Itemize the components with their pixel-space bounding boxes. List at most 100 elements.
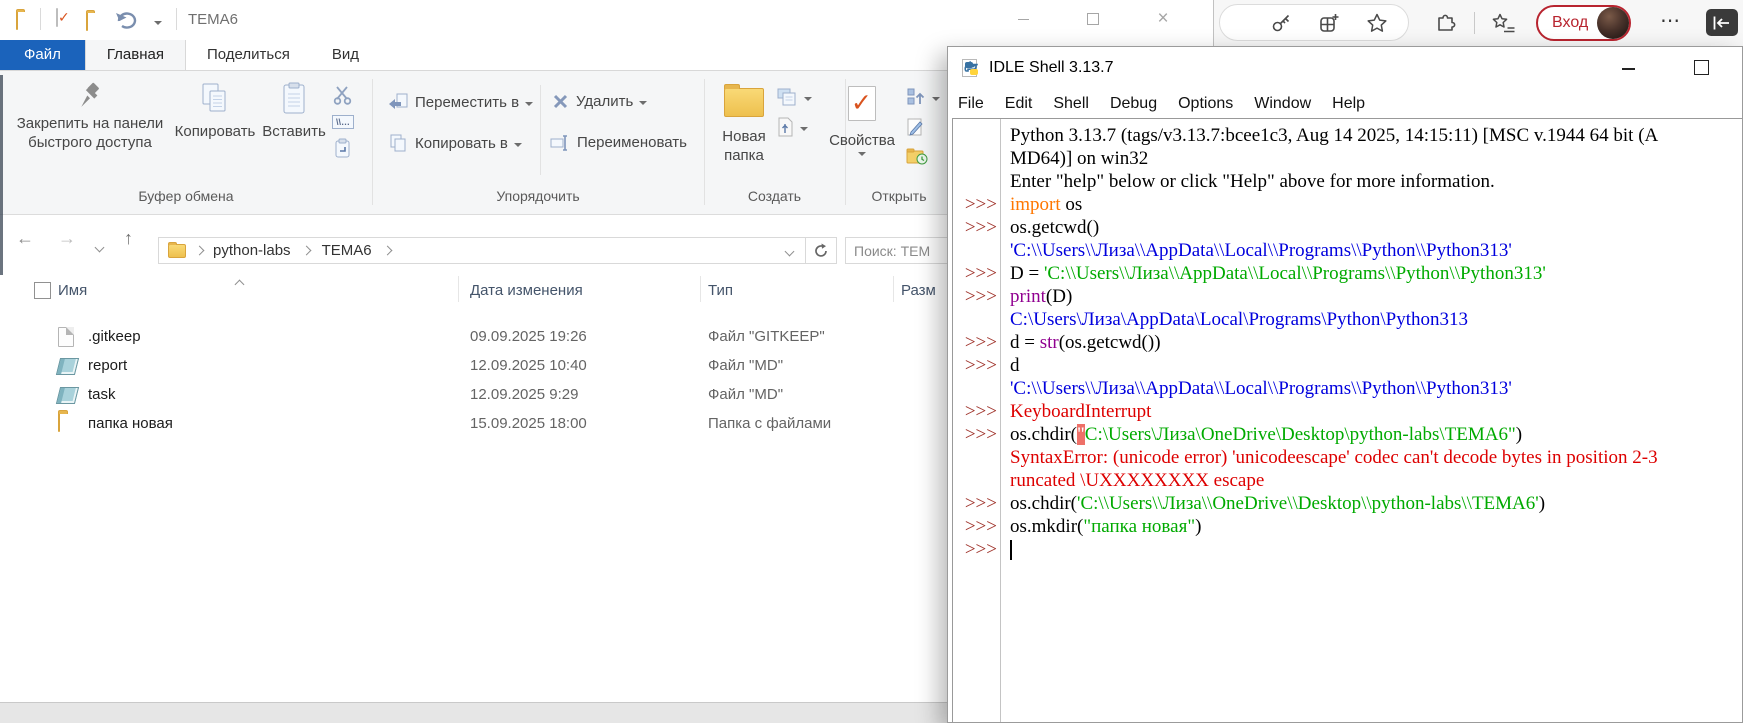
column-header-date[interactable]: Дата изменения: [470, 282, 583, 299]
menu-Edit[interactable]: Edit: [1005, 95, 1033, 113]
idle-minimize-button[interactable]: [1622, 68, 1635, 70]
copy-button[interactable]: Копировать: [168, 82, 262, 141]
cut-icon[interactable]: [332, 84, 354, 106]
copy-to-button[interactable]: Копировать в: [388, 134, 522, 152]
delete-icon: [552, 93, 569, 110]
new-item-button[interactable]: [776, 87, 812, 107]
prompt: >>>: [953, 331, 1001, 354]
shell-line: >>>os.chdir('C:\\Users\\Лиза\\OneDrive\\…: [953, 492, 1742, 515]
paste-button[interactable]: Вставить: [260, 82, 328, 141]
prompt: [953, 469, 1001, 492]
move-to-button[interactable]: Переместить в: [388, 93, 533, 111]
breadcrumb-chevron[interactable]: [382, 246, 392, 256]
text-cursor: [1010, 540, 1012, 560]
menu-Options[interactable]: Options: [1178, 95, 1233, 113]
column-header-name[interactable]: Имя: [58, 282, 87, 299]
md-file-icon: [58, 356, 77, 375]
group-separator: [704, 79, 705, 205]
explorer-app-icon: [16, 12, 18, 30]
paste-shortcut-icon[interactable]: [334, 138, 352, 158]
edit-button[interactable]: [906, 117, 924, 137]
extensions-icon[interactable]: [1434, 12, 1456, 34]
shell-line: >>>os.chdir("C:\Users\Лиза\OneDrive\Desk…: [953, 423, 1742, 446]
history-button[interactable]: [906, 147, 928, 165]
qa-properties-icon[interactable]: ✓: [56, 9, 58, 27]
explorer-close-button[interactable]: ×: [1140, 0, 1186, 38]
favorite-star-icon[interactable]: [1366, 12, 1388, 34]
explorer-minimize-button[interactable]: [1000, 0, 1046, 38]
prompt: >>>: [953, 515, 1001, 538]
idle-shell-text[interactable]: Python 3.13.7 (tags/v3.13.7:bcee1c3, Aug…: [952, 118, 1742, 722]
prompt: >>>: [953, 285, 1001, 308]
prompt: >>>: [953, 400, 1001, 423]
breadcrumb-segment-1[interactable]: python-labs: [213, 242, 291, 259]
menu-File[interactable]: File: [958, 95, 984, 113]
pin-quick-access-button[interactable]: Закрепить на панели быстрого доступа: [14, 82, 166, 152]
sidebar-toggle-icon[interactable]: [1706, 9, 1738, 36]
new-folder-icon: [724, 88, 764, 117]
prompt: >>>: [953, 538, 1001, 561]
delete-label: Удалить: [576, 93, 633, 110]
tab-Файл[interactable]: Файл: [0, 40, 85, 70]
explorer-maximize-button[interactable]: [1070, 0, 1116, 38]
column-header-size[interactable]: Разм: [901, 282, 936, 299]
qa-customize-icon[interactable]: [154, 16, 162, 34]
collections-add-icon[interactable]: [1318, 12, 1340, 34]
open-icon: [906, 87, 926, 107]
idle-maximize-button[interactable]: [1694, 60, 1709, 75]
easy-access-button[interactable]: [776, 117, 808, 137]
column-header-type[interactable]: Тип: [708, 282, 733, 299]
toolbar-divider: [1474, 12, 1475, 34]
idle-titlebar[interactable]: IDLE Shell 3.13.7: [948, 47, 1742, 89]
rename-button[interactable]: Переименовать: [550, 134, 687, 151]
breadcrumb-folder-icon: [168, 244, 186, 258]
signin-label: Вход: [1552, 14, 1588, 32]
select-all-checkbox[interactable]: [34, 282, 51, 299]
qa-new-folder-icon[interactable]: [86, 13, 88, 31]
breadcrumb-segment-2[interactable]: TEMA6: [322, 242, 372, 259]
menu-Help[interactable]: Help: [1332, 95, 1365, 113]
favorites-bar-icon[interactable]: [1492, 12, 1514, 34]
open-button[interactable]: [906, 87, 940, 107]
refresh-button[interactable]: [806, 237, 837, 264]
more-options-icon[interactable]: ⋯: [1660, 8, 1682, 33]
avatar[interactable]: [1597, 7, 1629, 39]
back-button[interactable]: ←: [16, 228, 34, 249]
edit-icon: [906, 117, 924, 137]
menu-Debug[interactable]: Debug: [1110, 95, 1157, 113]
screen: Вход ⋯ ✓ TEMA6 × ФайлГлавнаяПодел: [0, 0, 1743, 723]
breadcrumb-chevron[interactable]: [195, 246, 205, 256]
pin-icon: [77, 82, 103, 108]
file-date: 09.09.2025 19:26: [470, 328, 587, 345]
tab-Вид[interactable]: Вид: [311, 40, 380, 70]
prompt: [953, 308, 1001, 331]
menu-Shell[interactable]: Shell: [1053, 95, 1089, 113]
address-bar[interactable]: python-labs TEMA6: [158, 237, 806, 264]
clipboard-small-buttons: \\…: [332, 84, 354, 158]
copy-path-icon[interactable]: \\…: [332, 115, 354, 129]
up-button[interactable]: ↑: [124, 228, 133, 249]
delete-button[interactable]: Удалить: [552, 93, 647, 110]
address-dropdown[interactable]: [786, 242, 793, 259]
header-separator: [458, 276, 459, 302]
shell-code: os.chdir("C:\Users\Лиза\OneDrive\Desktop…: [1001, 423, 1522, 446]
shell-code: d: [1001, 354, 1020, 377]
tab-Поделиться[interactable]: Поделиться: [186, 40, 311, 70]
menu-Window[interactable]: Window: [1254, 95, 1311, 113]
key-icon[interactable]: [1270, 12, 1292, 34]
forward-button[interactable]: →: [58, 228, 76, 249]
shell-line: >>>d: [953, 354, 1742, 377]
signin-button[interactable]: Вход: [1536, 5, 1631, 41]
prompt: >>>: [953, 262, 1001, 285]
breadcrumb-chevron[interactable]: [301, 246, 311, 256]
qa-undo-icon[interactable]: [114, 9, 140, 29]
shell-line: 'C:\\Users\\Лиза\\AppData\\Local\\Progra…: [953, 239, 1742, 262]
folder-file-icon: [58, 414, 60, 431]
new-folder-button[interactable]: Новая папка: [706, 88, 782, 165]
tab-Главная[interactable]: Главная: [85, 40, 186, 70]
properties-button[interactable]: ✓ Свойства: [820, 86, 904, 160]
file-name: .gitkeep: [88, 328, 141, 345]
recent-locations-dropdown[interactable]: [96, 238, 103, 256]
browser-addressbar-end[interactable]: [1219, 4, 1409, 41]
shell-code: runcated \UXXXXXXXX escape: [1001, 469, 1264, 492]
